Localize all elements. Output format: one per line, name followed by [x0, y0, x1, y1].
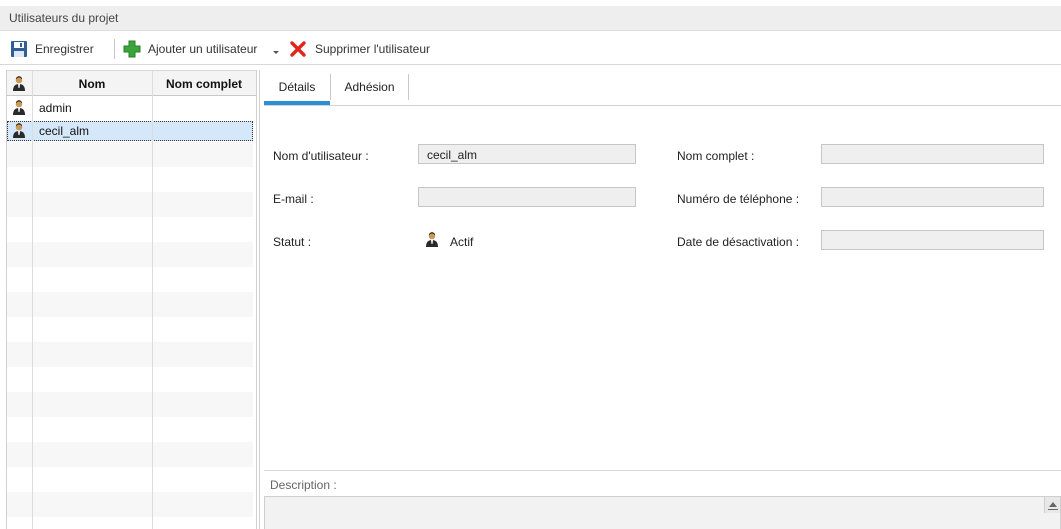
list-stripe [7, 242, 253, 267]
toolbar-divider [114, 39, 115, 59]
user-column-icon [12, 76, 26, 92]
user-name: admin [39, 101, 72, 115]
tab-details[interactable]: Détails [264, 70, 330, 104]
detail-tabs: Détails Adhésion [264, 70, 1061, 106]
description-section: Description : [264, 470, 1061, 529]
email-field[interactable] [418, 187, 636, 207]
username-value: cecil_alm [427, 148, 477, 162]
status-value: Actif [450, 235, 473, 249]
email-label: E-mail : [273, 192, 314, 206]
tab-membership-label: Adhésion [344, 80, 394, 94]
delete-user-label: Supprimer l'utilisateur [315, 42, 430, 56]
list-border [256, 70, 257, 529]
fullname-label: Nom complet : [677, 149, 754, 163]
table-row[interactable]: admin [7, 98, 253, 118]
scroll-up-icon [1045, 497, 1061, 513]
user-list: Nom Nom complet admin cecil_alm [6, 70, 256, 529]
list-stripe [7, 442, 253, 467]
username-field[interactable]: cecil_alm [418, 144, 636, 164]
phone-field[interactable] [821, 187, 1044, 207]
tab-divider [408, 74, 409, 100]
user-icon [12, 100, 26, 116]
column-divider [32, 70, 33, 529]
add-user-button[interactable]: Ajouter un utilisateur [123, 40, 257, 58]
list-stripe [7, 292, 253, 317]
dropdown-arrow-icon [272, 45, 280, 53]
status-label: Statut : [273, 235, 311, 249]
panel-splitter[interactable] [259, 70, 260, 529]
panel-title: Utilisateurs du projet [9, 11, 118, 25]
user-icon [425, 232, 439, 248]
toolbar: Enregistrer Ajouter un utilisateur Suppr… [0, 33, 1061, 65]
panel-header: Utilisateurs du projet [0, 0, 1061, 32]
user-list-header: Nom Nom complet [7, 70, 257, 96]
list-stripe [7, 392, 253, 417]
panel-header-band [0, 6, 1061, 31]
username-label: Nom d'utilisateur : [273, 149, 369, 163]
save-button-label: Enregistrer [35, 42, 94, 56]
deactivation-label: Date de désactivation : [677, 235, 799, 249]
user-name: cecil_alm [39, 124, 89, 138]
tab-membership[interactable]: Adhésion [331, 70, 408, 104]
tab-details-label: Détails [279, 80, 316, 94]
fullname-field[interactable] [821, 144, 1044, 164]
deactivation-date-field[interactable] [821, 230, 1044, 250]
add-user-label: Ajouter un utilisateur [148, 42, 257, 56]
list-stripe [7, 492, 253, 517]
list-stripe [7, 192, 253, 217]
add-user-dropdown[interactable] [272, 40, 280, 58]
add-user-icon [123, 40, 141, 58]
save-button[interactable]: Enregistrer [10, 40, 94, 58]
description-label: Description : [270, 478, 337, 492]
list-stripe [7, 342, 253, 367]
user-icon [12, 123, 26, 139]
delete-icon [289, 40, 307, 58]
column-header-name[interactable]: Nom [32, 71, 152, 97]
active-tab-indicator [264, 101, 330, 105]
column-divider [152, 70, 153, 529]
delete-user-button[interactable]: Supprimer l'utilisateur [289, 40, 430, 58]
scroll-up-button[interactable] [1044, 497, 1060, 513]
table-row-selected[interactable]: cecil_alm [7, 121, 253, 141]
phone-label: Numéro de téléphone : [677, 192, 799, 206]
description-field[interactable] [264, 496, 1061, 529]
column-header-full-name[interactable]: Nom complet [152, 71, 256, 97]
save-icon [10, 40, 28, 58]
list-stripe [7, 142, 253, 167]
